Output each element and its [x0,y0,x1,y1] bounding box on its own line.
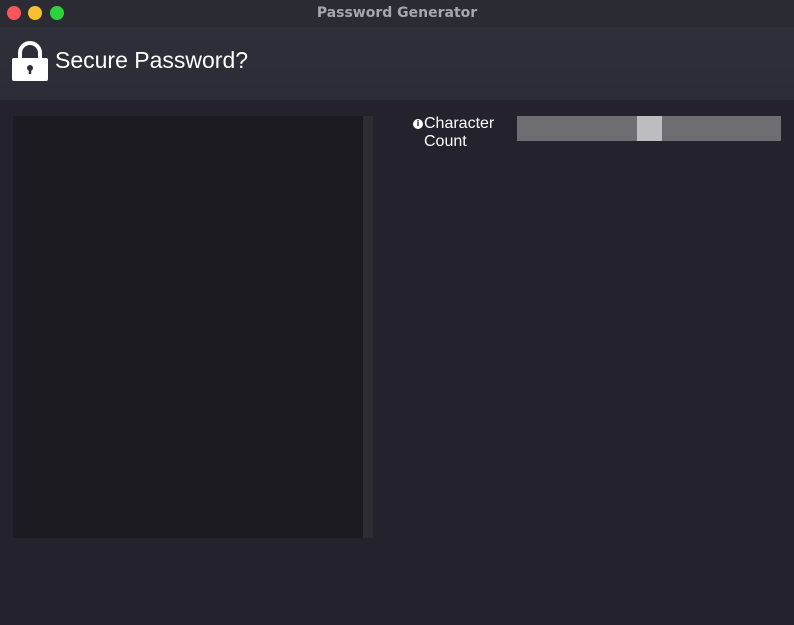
page-title: Secure Password? [55,47,249,73]
character-count-slider[interactable] [517,116,781,141]
app-header: Secure Password? [0,27,794,100]
password-output-area[interactable] [13,116,363,538]
slider-thumb[interactable] [637,116,662,141]
title-bar: Password Generator [0,0,794,27]
output-scrollbar[interactable] [363,116,373,538]
character-count-label: Character Count [424,115,495,150]
window-title: Password Generator [316,5,478,21]
lock-icon [12,41,48,81]
info-icon[interactable]: i [413,119,423,129]
